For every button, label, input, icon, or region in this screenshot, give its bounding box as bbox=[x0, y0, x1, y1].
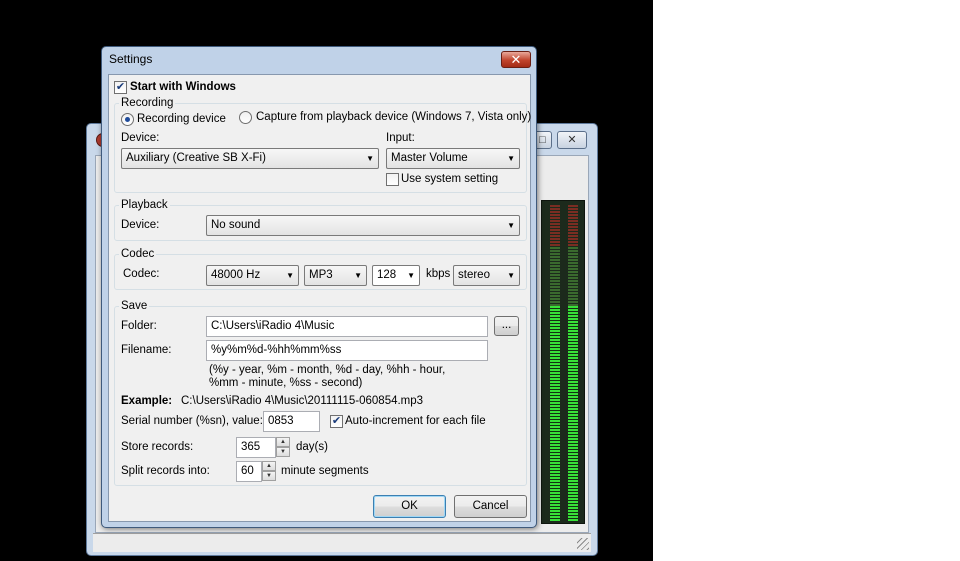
format-dropdown[interactable]: MP3 ▼ bbox=[304, 265, 367, 286]
playback-device-dropdown[interactable]: No sound ▼ bbox=[206, 215, 520, 236]
resize-grip-icon[interactable] bbox=[577, 538, 589, 550]
use-system-setting-label: Use system setting bbox=[401, 173, 499, 185]
vu-left-peak-zone bbox=[550, 205, 560, 247]
spin-up-icon[interactable]: ▲ bbox=[262, 461, 276, 471]
bitrate-unit: kbps bbox=[426, 268, 451, 280]
chevron-down-icon: ▼ bbox=[354, 271, 362, 280]
split-records-spinner[interactable]: ▲ ▼ bbox=[262, 461, 276, 481]
auto-increment-label: Auto-increment for each file bbox=[345, 415, 486, 427]
filename-help-line2: %mm - minute, %ss - second) bbox=[209, 377, 363, 389]
vu-left-level bbox=[550, 306, 560, 521]
close-button-main[interactable]: ✕ bbox=[557, 131, 587, 149]
recording-device-label: Device: bbox=[121, 132, 160, 144]
vu-meter-left-channel bbox=[550, 205, 560, 521]
store-records-field[interactable]: 365 bbox=[236, 437, 276, 458]
vu-meter bbox=[541, 200, 585, 524]
store-records-spinner[interactable]: ▲ ▼ bbox=[276, 437, 290, 457]
input-value: Master Volume bbox=[391, 152, 468, 164]
vu-right-inactive bbox=[568, 247, 578, 307]
vu-right-level bbox=[568, 306, 578, 521]
dialog-content: ✔ Start with Windows Recording Recording… bbox=[108, 74, 531, 522]
chevron-down-icon: ▼ bbox=[286, 271, 294, 280]
filename-field[interactable]: %y%m%d-%hh%mm%ss bbox=[206, 340, 488, 361]
recording-device-dropdown[interactable]: Auxiliary (Creative SB X-Fi) ▼ bbox=[121, 148, 379, 169]
playback-device-label: Device: bbox=[121, 219, 160, 231]
auto-increment-checkbox[interactable]: ✔ bbox=[330, 415, 343, 428]
input-dropdown[interactable]: Master Volume ▼ bbox=[386, 148, 520, 169]
recording-device-radio[interactable] bbox=[121, 113, 134, 126]
settings-dialog: Settings ✕ ✔ Start with Windows Recordin… bbox=[101, 46, 537, 528]
filename-help-line1: (%y - year, %m - month, %d - day, %hh - … bbox=[209, 364, 446, 376]
save-group-label: Save bbox=[119, 300, 150, 312]
sample-rate-dropdown[interactable]: 48000 Hz ▼ bbox=[206, 265, 299, 286]
chevron-down-icon: ▼ bbox=[507, 221, 515, 230]
recording-group-label: Recording bbox=[119, 97, 176, 109]
capture-playback-radio[interactable] bbox=[239, 111, 252, 124]
folder-label: Folder: bbox=[121, 320, 157, 332]
playback-group-label: Playback bbox=[119, 199, 170, 211]
cancel-button[interactable]: Cancel bbox=[454, 495, 527, 518]
vu-left-inactive bbox=[550, 247, 560, 307]
spin-down-icon[interactable]: ▼ bbox=[276, 447, 290, 457]
recording-device-radio-label: Recording device bbox=[137, 113, 226, 125]
split-records-field[interactable]: 60 bbox=[236, 461, 262, 482]
use-system-setting-checkbox[interactable] bbox=[386, 173, 399, 186]
playback-device-value: No sound bbox=[211, 219, 261, 231]
store-records-label: Store records: bbox=[121, 441, 194, 453]
codec-group-label: Codec bbox=[119, 248, 157, 260]
dialog-title: Settings bbox=[109, 52, 153, 66]
capture-playback-radio-label: Capture from playback device (Windows 7,… bbox=[256, 111, 532, 123]
filename-label: Filename: bbox=[121, 344, 172, 356]
example-label: Example: bbox=[121, 395, 173, 407]
bitrate-value: 128 bbox=[377, 269, 397, 281]
status-bar bbox=[93, 533, 591, 552]
chevron-down-icon: ▼ bbox=[507, 154, 515, 163]
dialog-close-button[interactable]: ✕ bbox=[501, 51, 531, 68]
channels-value: stereo bbox=[458, 269, 490, 281]
vu-right-peak-zone bbox=[568, 205, 578, 247]
split-records-label: Split records into: bbox=[121, 465, 210, 477]
split-records-unit: minute segments bbox=[281, 465, 369, 477]
channels-dropdown[interactable]: stereo ▼ bbox=[453, 265, 520, 286]
chevron-down-icon: ▼ bbox=[507, 271, 515, 280]
input-label: Input: bbox=[386, 132, 415, 144]
folder-field[interactable]: C:\Users\iRadio 4\Music bbox=[206, 316, 488, 337]
example-value: C:\Users\iRadio 4\Music\20111115-060854.… bbox=[181, 395, 424, 407]
start-with-windows-checkbox[interactable]: ✔ bbox=[114, 81, 127, 94]
bitrate-dropdown[interactable]: 128 ▼ bbox=[372, 265, 420, 286]
format-value: MP3 bbox=[309, 269, 333, 281]
recording-device-value: Auxiliary (Creative SB X-Fi) bbox=[126, 152, 266, 164]
spin-up-icon[interactable]: ▲ bbox=[276, 437, 290, 447]
serial-number-label: Serial number (%sn), value: bbox=[121, 415, 263, 427]
ok-button[interactable]: OK bbox=[373, 495, 446, 518]
store-records-unit: day(s) bbox=[296, 441, 328, 453]
codec-label: Codec: bbox=[123, 268, 160, 280]
serial-number-field[interactable]: 0853 bbox=[263, 411, 320, 432]
chevron-down-icon: ▼ bbox=[407, 271, 415, 280]
vu-meter-right-channel bbox=[568, 205, 578, 521]
spin-down-icon[interactable]: ▼ bbox=[262, 471, 276, 481]
start-with-windows-label: Start with Windows bbox=[130, 81, 236, 93]
sample-rate-value: 48000 Hz bbox=[211, 269, 261, 281]
chevron-down-icon: ▼ bbox=[366, 154, 374, 163]
browse-folder-button[interactable]: ... bbox=[494, 316, 519, 336]
